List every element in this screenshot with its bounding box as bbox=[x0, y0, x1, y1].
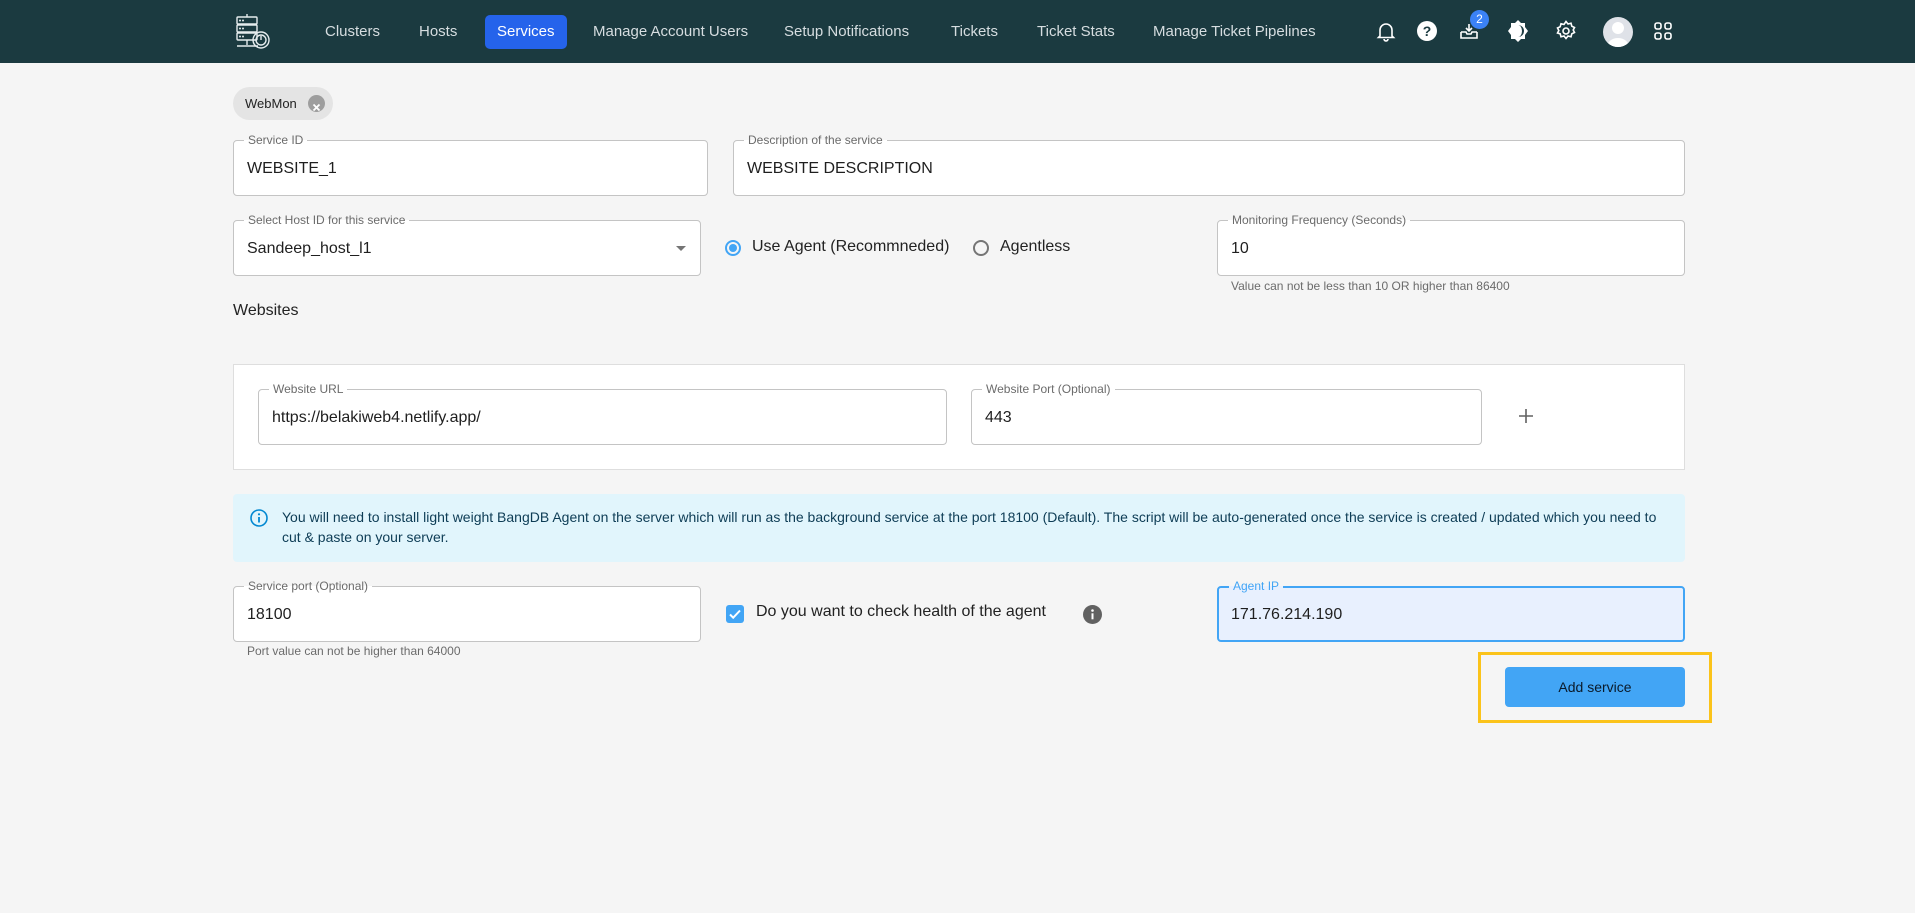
agent-ip-value: 171.76.214.190 bbox=[1231, 606, 1343, 623]
nav-setup-notifications[interactable]: Setup Notifications bbox=[772, 15, 921, 49]
chevron-down-icon[interactable] bbox=[676, 246, 686, 251]
gear-icon[interactable] bbox=[1554, 19, 1578, 43]
description-value: WEBSITE DESCRIPTION bbox=[747, 160, 933, 177]
health-check-info-icon[interactable] bbox=[1083, 605, 1102, 624]
chip-remove-icon[interactable] bbox=[308, 95, 325, 112]
website-url-value: https://belakiweb4.netlify.app/ bbox=[272, 409, 481, 426]
add-website-plus-icon[interactable] bbox=[1516, 406, 1536, 426]
nav-hosts[interactable]: Hosts bbox=[407, 15, 469, 49]
top-navbar: Clusters Hosts Services Manage Account U… bbox=[0, 0, 1915, 63]
website-port-field[interactable]: Website Port (Optional) 443 bbox=[971, 382, 1482, 445]
website-port-value: 443 bbox=[985, 409, 1012, 426]
service-id-value: WEBSITE_1 bbox=[247, 160, 337, 177]
host-id-select[interactable]: Select Host ID for this service Sandeep_… bbox=[233, 213, 701, 276]
description-label: Description of the service bbox=[744, 133, 887, 147]
apps-grid-icon[interactable] bbox=[1651, 19, 1675, 43]
description-field[interactable]: Description of the service WEBSITE DESCR… bbox=[733, 133, 1685, 196]
service-id-field[interactable]: Service ID WEBSITE_1 bbox=[233, 133, 708, 196]
frequency-helper-text: Value can not be less than 10 OR higher … bbox=[1231, 279, 1510, 293]
agent-info-alert: You will need to install light weight Ba… bbox=[233, 494, 1685, 562]
server-monitor-logo[interactable] bbox=[234, 12, 272, 50]
nav-clusters[interactable]: Clusters bbox=[313, 15, 392, 49]
add-service-button[interactable]: Add service bbox=[1505, 667, 1685, 707]
website-url-field[interactable]: Website URL https://belakiweb4.netlify.a… bbox=[258, 382, 947, 445]
nav-manage-ticket-pipelines[interactable]: Manage Ticket Pipelines bbox=[1141, 15, 1328, 49]
nav-ticket-stats[interactable]: Ticket Stats bbox=[1025, 15, 1127, 49]
inbox-count-badge: 2 bbox=[1470, 10, 1489, 29]
service-port-label: Service port (Optional) bbox=[244, 579, 373, 593]
use-agent-radio[interactable] bbox=[725, 240, 741, 256]
theme-toggle-icon[interactable] bbox=[1506, 19, 1530, 43]
monitoring-frequency-field[interactable]: Monitoring Frequency (Seconds) 10 bbox=[1217, 213, 1685, 276]
use-agent-label[interactable]: Use Agent (Recommneded) bbox=[752, 238, 949, 256]
monitoring-frequency-label: Monitoring Frequency (Seconds) bbox=[1228, 213, 1411, 227]
agent-info-text: You will need to install light weight Ba… bbox=[282, 509, 1657, 545]
health-check-checkbox[interactable] bbox=[726, 605, 744, 623]
service-port-value: 18100 bbox=[247, 606, 292, 623]
host-id-value: Sandeep_host_l1 bbox=[247, 240, 372, 257]
chip-label: WebMon bbox=[245, 96, 297, 111]
service-port-helper-text: Port value can not be higher than 64000 bbox=[247, 644, 461, 658]
bell-icon[interactable] bbox=[1374, 19, 1398, 43]
help-icon[interactable]: ? bbox=[1415, 19, 1439, 43]
nav-services[interactable]: Services bbox=[485, 15, 567, 49]
nav-manage-account-users[interactable]: Manage Account Users bbox=[581, 15, 760, 49]
websites-section-title: Websites bbox=[233, 302, 299, 319]
service-port-field[interactable]: Service port (Optional) 18100 bbox=[233, 579, 701, 642]
agentless-label[interactable]: Agentless bbox=[1000, 238, 1070, 256]
info-icon bbox=[250, 509, 268, 527]
agent-ip-field[interactable]: Agent IP 171.76.214.190 bbox=[1217, 579, 1685, 642]
avatar[interactable] bbox=[1603, 17, 1633, 47]
monitoring-frequency-value: 10 bbox=[1231, 240, 1249, 257]
nav-tickets[interactable]: Tickets bbox=[939, 15, 1010, 49]
agent-ip-label: Agent IP bbox=[1229, 579, 1284, 593]
website-port-label: Website Port (Optional) bbox=[982, 382, 1115, 396]
host-id-label: Select Host ID for this service bbox=[244, 213, 410, 227]
service-type-chip: WebMon bbox=[233, 87, 333, 120]
svg-text:?: ? bbox=[1423, 23, 1432, 39]
health-check-label[interactable]: Do you want to check health of the agent bbox=[756, 603, 1046, 621]
website-url-label: Website URL bbox=[269, 382, 348, 396]
agentless-radio[interactable] bbox=[973, 240, 989, 256]
service-id-label: Service ID bbox=[244, 133, 308, 147]
